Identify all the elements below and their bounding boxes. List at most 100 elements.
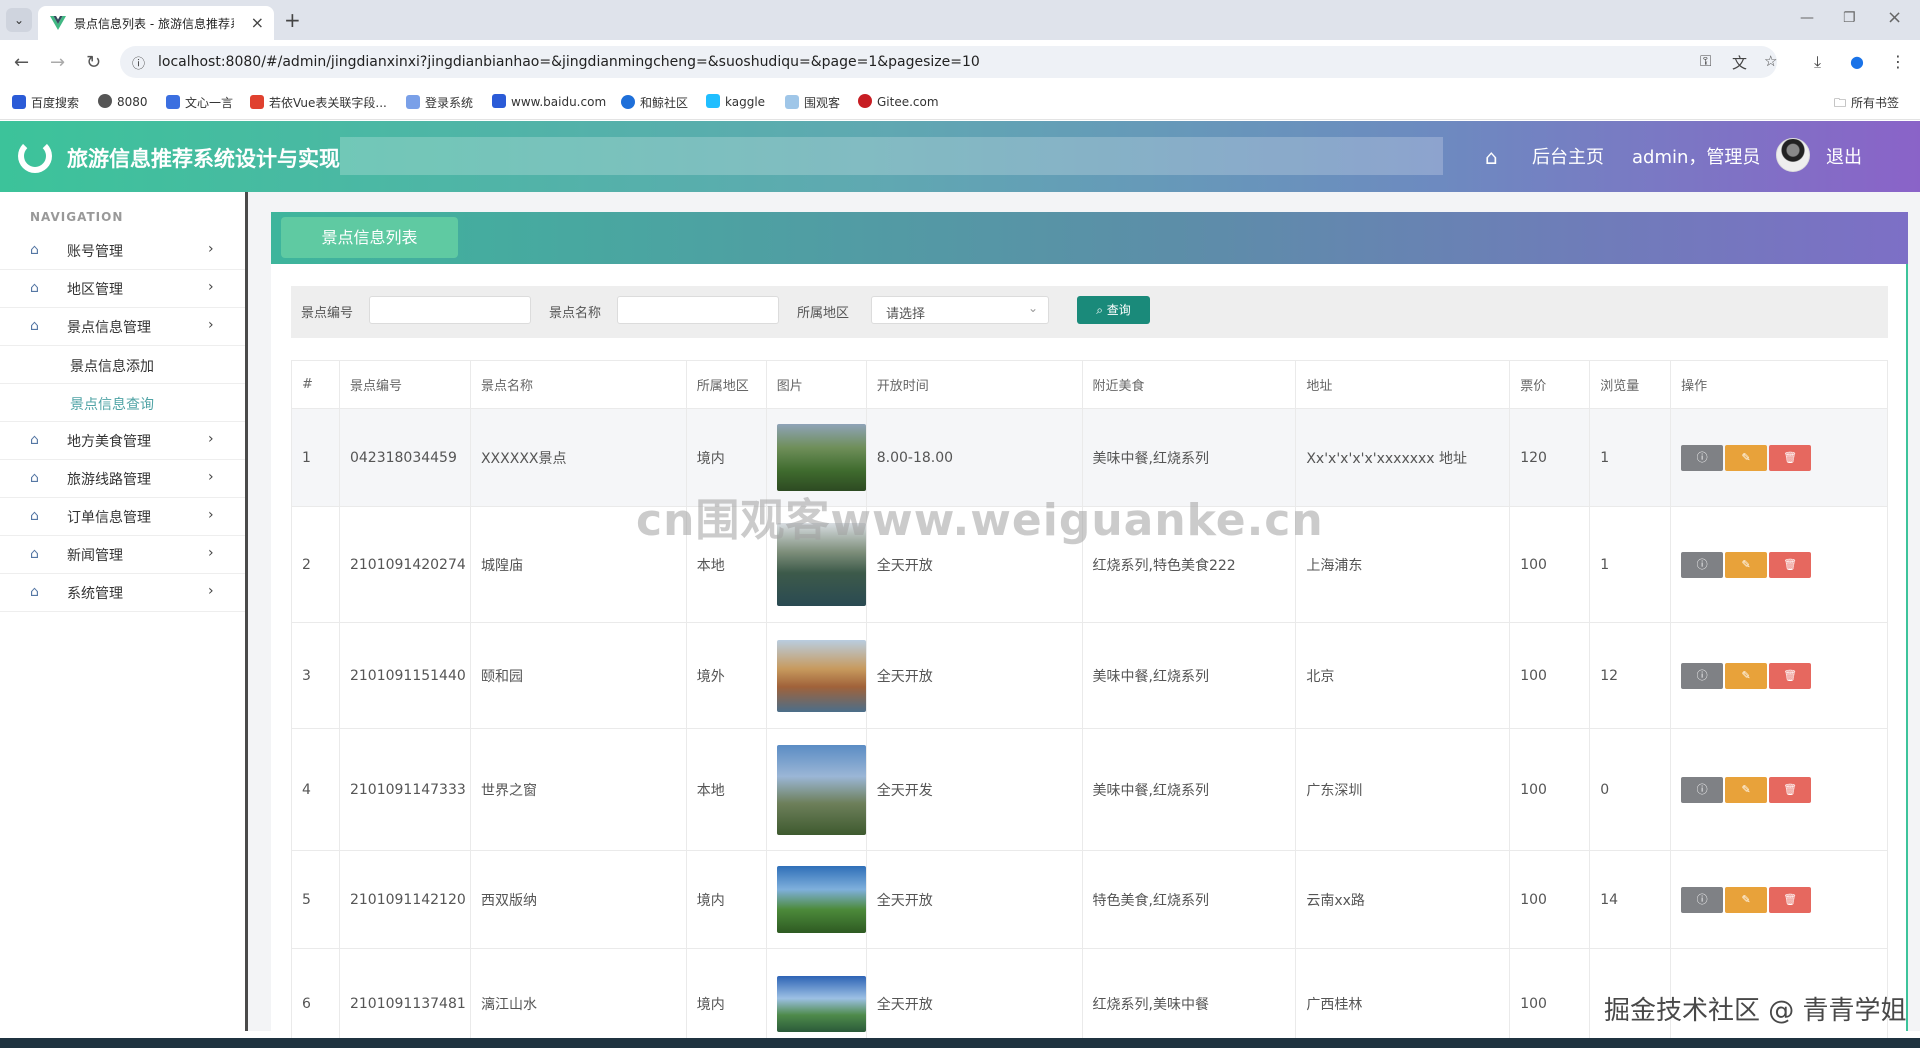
sidebar-subitem-label: 景点信息查询 bbox=[70, 397, 154, 413]
scenic-image[interactable] bbox=[776, 866, 866, 933]
close-window-icon[interactable]: × bbox=[1887, 7, 1902, 28]
back-icon[interactable]: ← bbox=[14, 52, 29, 73]
bookmark-star-icon[interactable]: ☆ bbox=[1764, 52, 1777, 70]
sidebar-item-region[interactable]: ⌂ 地区管理 › bbox=[0, 270, 245, 308]
scenic-image[interactable] bbox=[776, 976, 866, 1032]
admin-home-link[interactable]: 后台主页 bbox=[1532, 143, 1604, 169]
browser-tab[interactable]: 景点信息列表 - 旅游信息推荐系 × bbox=[38, 6, 274, 40]
sidebar-item-route[interactable]: ⌂ 旅游线路管理 › bbox=[0, 460, 245, 498]
close-tab-icon[interactable]: × bbox=[251, 13, 264, 32]
profile-icon[interactable]: ● bbox=[1850, 52, 1864, 71]
region-select[interactable]: 请选择 ⌄ bbox=[871, 296, 1049, 324]
bookmark-item[interactable]: Gitee.com bbox=[858, 94, 939, 109]
chevron-right-icon: › bbox=[208, 241, 214, 257]
bookmark-item[interactable]: www.baidu.com bbox=[492, 94, 606, 109]
home-icon: ⌂ bbox=[30, 242, 39, 258]
bookmark-label: kaggle bbox=[725, 95, 766, 109]
table-row[interactable]: 4 2101091147333 世界之窗 本地 全天开发 美味中餐,红烧系列 广… bbox=[291, 728, 1888, 851]
col-header: 附近美食 bbox=[1081, 360, 1297, 409]
menu-kebab-icon[interactable]: ⋮ bbox=[1890, 52, 1906, 71]
restore-icon[interactable]: ❐ bbox=[1843, 10, 1856, 26]
bookmark-item[interactable]: 围观客 bbox=[785, 94, 840, 111]
home-icon: ⌂ bbox=[30, 432, 39, 448]
sidebar-item-order[interactable]: ⌂ 订单信息管理 › bbox=[0, 498, 245, 536]
forward-icon[interactable]: → bbox=[50, 52, 65, 73]
sidebar-subitem-scenic-query[interactable]: 景点信息查询 bbox=[0, 384, 245, 422]
cell-actions: ⓘ ✎ 🗑 bbox=[1670, 408, 1888, 507]
cell-index: 5 bbox=[291, 850, 340, 949]
translate-icon[interactable]: 文 bbox=[1732, 52, 1747, 73]
name-input[interactable] bbox=[617, 296, 779, 324]
edit-button[interactable]: ✎ bbox=[1725, 662, 1768, 689]
bookmark-item[interactable]: 8080 bbox=[98, 94, 148, 109]
sidebar-item-news[interactable]: ⌂ 新闻管理 › bbox=[0, 536, 245, 574]
bookmark-item[interactable]: 和鲸社区 bbox=[621, 94, 688, 111]
bookmark-item[interactable]: 文心一言 bbox=[166, 94, 233, 111]
delete-button[interactable]: 🗑 bbox=[1769, 551, 1812, 578]
home-icon: ⌂ bbox=[30, 280, 39, 296]
tab-search-dropdown-icon[interactable]: ⌄ bbox=[6, 8, 32, 32]
cell-price: 100 bbox=[1509, 728, 1591, 851]
table-row[interactable]: 3 2101091151440 颐和园 境外 全天开放 美味中餐,红烧系列 北京… bbox=[291, 622, 1888, 729]
edit-button[interactable]: ✎ bbox=[1725, 444, 1768, 471]
cell-address: 云南xx路 bbox=[1295, 850, 1511, 949]
search-form: 景点编号 景点名称 所属地区 请选择 ⌄ ⌕ 查询 bbox=[291, 286, 1888, 338]
code-input[interactable] bbox=[369, 296, 531, 324]
reload-icon[interactable]: ↻ bbox=[86, 52, 101, 73]
logout-link[interactable]: 退出 bbox=[1826, 143, 1862, 169]
download-icon[interactable]: ⤓ bbox=[1814, 52, 1821, 72]
password-key-icon[interactable]: ⚿ bbox=[1700, 52, 1711, 70]
edit-button[interactable]: ✎ bbox=[1725, 886, 1768, 913]
info-button[interactable]: ⓘ bbox=[1681, 662, 1724, 689]
delete-button[interactable]: 🗑 bbox=[1769, 662, 1812, 689]
info-button[interactable]: ⓘ bbox=[1681, 551, 1724, 578]
sidebar-subitem-scenic-add[interactable]: 景点信息添加 bbox=[0, 346, 245, 384]
edit-button[interactable]: ✎ bbox=[1725, 551, 1768, 578]
sidebar-item-system[interactable]: ⌂ 系统管理 › bbox=[0, 574, 245, 612]
bookmark-item[interactable]: 登录系统 bbox=[406, 94, 473, 111]
chevron-down-icon: ⌄ bbox=[1027, 301, 1038, 315]
header-band bbox=[340, 137, 1443, 175]
delete-button[interactable]: 🗑 bbox=[1769, 776, 1812, 803]
cell-address: 广西桂林 bbox=[1295, 948, 1511, 1048]
query-button[interactable]: ⌕ 查询 bbox=[1077, 296, 1150, 324]
sidebar-item-label: 系统管理 bbox=[67, 586, 123, 602]
cell-index: 2 bbox=[291, 506, 340, 623]
info-button[interactable]: ⓘ bbox=[1681, 776, 1724, 803]
bookmark-item[interactable]: kaggle bbox=[706, 94, 765, 109]
edit-button[interactable]: ✎ bbox=[1725, 776, 1768, 803]
tab-title: 景点信息列表 - 旅游信息推荐系 bbox=[74, 17, 234, 31]
bookmark-item[interactable]: 若依Vue表关联字段... bbox=[250, 94, 387, 111]
logo-icon bbox=[18, 139, 52, 173]
scenic-image[interactable] bbox=[776, 639, 866, 712]
url-text[interactable]: localhost:8080/#/admin/jingdianxinxi?jin… bbox=[158, 54, 980, 70]
region-label: 所属地区 bbox=[797, 306, 850, 321]
delete-button[interactable]: 🗑 bbox=[1769, 444, 1812, 471]
chevron-right-icon: › bbox=[208, 583, 214, 599]
avatar[interactable] bbox=[1776, 138, 1810, 172]
address-bar[interactable]: ⓘ localhost:8080/#/admin/jingdianxinxi?j… bbox=[120, 46, 1777, 78]
scenic-image[interactable] bbox=[776, 744, 866, 835]
sidebar-item-scenic[interactable]: ⌂ 景点信息管理 › bbox=[0, 308, 245, 346]
cell-views: 1 bbox=[1589, 408, 1672, 507]
table-header-row: # 景点编号 景点名称 所属地区 图片 开放时间 附近美食 地址 票价 浏览量 … bbox=[291, 360, 1888, 409]
search-icon: ⌕ bbox=[1096, 303, 1107, 317]
table-row[interactable]: 5 2101091142120 西双版纳 境内 全天开放 特色美食,红烧系列 云… bbox=[291, 850, 1888, 949]
sidebar-item-account[interactable]: ⌂ 账号管理 › bbox=[0, 232, 245, 270]
bookmark-item[interactable]: 百度搜索 bbox=[12, 94, 79, 111]
cell-food: 美味中餐,红烧系列 bbox=[1081, 728, 1297, 851]
minimize-icon[interactable]: — bbox=[1800, 10, 1814, 26]
sidebar-item-label: 新闻管理 bbox=[67, 548, 123, 564]
all-bookmarks[interactable]: 🗀 所有书签 bbox=[1834, 94, 1899, 115]
new-tab-icon[interactable]: + bbox=[284, 8, 301, 32]
login-system-icon bbox=[406, 95, 420, 109]
sidebar-item-food[interactable]: ⌂ 地方美食管理 › bbox=[0, 422, 245, 460]
delete-button[interactable]: 🗑 bbox=[1769, 886, 1812, 913]
info-button[interactable]: ⓘ bbox=[1681, 444, 1724, 471]
cell-open-time: 全天开放 bbox=[865, 850, 1083, 949]
bookmark-label: 百度搜索 bbox=[31, 96, 80, 110]
info-button[interactable]: ⓘ bbox=[1681, 886, 1724, 913]
site-info-icon[interactable]: ⓘ bbox=[132, 53, 145, 72]
home-icon[interactable]: ⌂ bbox=[1485, 145, 1498, 169]
scenic-image[interactable] bbox=[776, 424, 866, 491]
